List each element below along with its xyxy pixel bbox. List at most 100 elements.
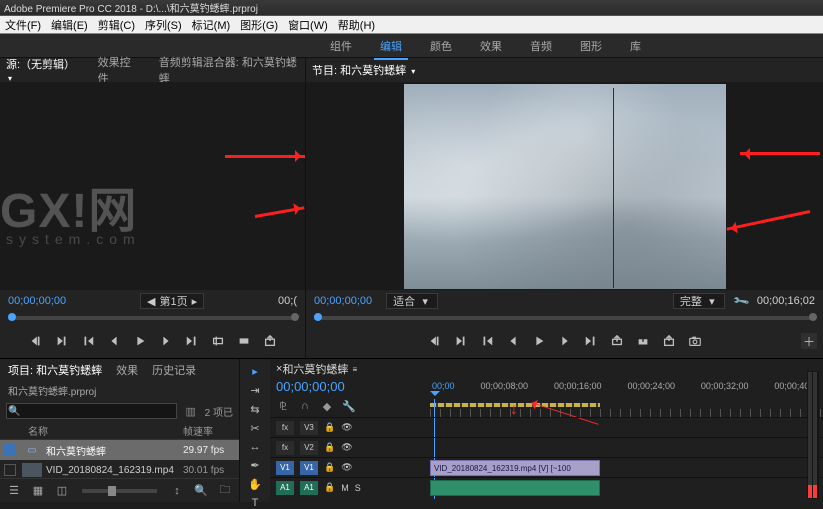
- thumbnail-size-slider[interactable]: [82, 489, 157, 493]
- ws-audio[interactable]: 音频: [530, 38, 552, 54]
- lane-v1[interactable]: VID_20180824_162319.mp4 [V] [~100: [430, 457, 823, 477]
- menu-file[interactable]: 文件(F): [2, 16, 44, 34]
- new-bin-icon[interactable]: 🗀: [217, 483, 233, 499]
- src-mark-out-icon[interactable]: [55, 334, 69, 348]
- hand-tool-icon[interactable]: ✋: [246, 478, 264, 491]
- program-footer: 00;00;00;00 适合 ▾ 完整 ▾ 🔧 00;00;16;02: [306, 290, 823, 312]
- sort-icon[interactable]: ↕: [169, 483, 185, 499]
- src-export-icon[interactable]: [263, 334, 277, 348]
- ws-effects[interactable]: 效果: [480, 38, 502, 54]
- track-header-v1[interactable]: V1V1🔒👁: [270, 457, 430, 477]
- lane-a1[interactable]: [430, 477, 823, 497]
- src-mark-in-icon[interactable]: [29, 334, 43, 348]
- linked-sel-icon[interactable]: ∩: [298, 399, 312, 413]
- find-icon[interactable]: 🔍: [193, 483, 209, 499]
- source-viewer[interactable]: GX!网system.com: [0, 82, 305, 290]
- track-lanes[interactable]: VID_20180824_162319.mp4 [V] [~100: [430, 417, 823, 502]
- src-overwrite-icon[interactable]: [237, 334, 251, 348]
- settings-icon[interactable]: 🔧: [731, 291, 750, 311]
- pen-tool-icon[interactable]: ✒: [246, 459, 264, 472]
- prg-goto-out-icon[interactable]: [584, 334, 598, 348]
- project-row[interactable]: ▭ 和六莫钓蟋蟀 29.97 fps: [0, 440, 239, 460]
- icon-view-icon[interactable]: ▦: [30, 483, 46, 499]
- ws-libraries[interactable]: 库: [630, 38, 641, 54]
- src-play-icon[interactable]: [133, 334, 147, 348]
- menu-help[interactable]: 帮助(H): [335, 16, 378, 34]
- source-page[interactable]: ◀ 第1页 ▸: [140, 293, 204, 309]
- selection-tool-icon[interactable]: ▸: [246, 365, 264, 378]
- timeline-timecode[interactable]: 00;00;00;00: [270, 379, 430, 397]
- track-header-v2[interactable]: fxV2🔒👁: [270, 437, 430, 457]
- lane-v2[interactable]: [430, 437, 823, 457]
- col-name[interactable]: 名称: [28, 423, 183, 438]
- timeline-ruler[interactable]: 00;00 00;00;08;00 00;00;16;00 00;00;24;0…: [430, 379, 823, 417]
- settings-icon[interactable]: 🔧: [342, 399, 356, 413]
- src-step-back-icon[interactable]: [107, 334, 121, 348]
- razor-tool-icon[interactable]: ✂: [246, 422, 264, 435]
- program-viewer[interactable]: [306, 82, 823, 290]
- video-clip[interactable]: VID_20180824_162319.mp4 [V] [~100: [430, 460, 600, 476]
- program-scrub[interactable]: [306, 312, 823, 324]
- prg-button-editor-icon[interactable]: ＋: [801, 333, 817, 349]
- tab-program[interactable]: 节目: 和六莫钓蟋蟀 ▾: [312, 58, 415, 82]
- menu-edit[interactable]: 编辑(E): [48, 16, 91, 34]
- ripple-tool-icon[interactable]: ⇆: [246, 403, 264, 416]
- track-header-a1[interactable]: A1A1🔒MS: [270, 477, 430, 497]
- ws-editing[interactable]: 编辑: [380, 38, 402, 54]
- prg-play-icon[interactable]: [532, 334, 546, 348]
- prg-snapshot-icon[interactable]: [688, 334, 702, 348]
- prg-mark-out-icon[interactable]: [454, 334, 468, 348]
- prg-step-fwd-icon[interactable]: [558, 334, 572, 348]
- source-scrub[interactable]: [0, 312, 305, 324]
- row-checkbox[interactable]: [4, 444, 16, 456]
- ws-assembly[interactable]: 组件: [330, 38, 352, 54]
- marker-icon[interactable]: ◆: [320, 399, 334, 413]
- bin-icon[interactable]: ▥: [183, 403, 199, 419]
- prg-extract-icon[interactable]: [636, 334, 650, 348]
- menu-window[interactable]: 窗口(W): [285, 16, 331, 34]
- menu-clip[interactable]: 剪辑(C): [95, 16, 138, 34]
- prg-export-icon[interactable]: [662, 334, 676, 348]
- src-goto-out-icon[interactable]: [185, 334, 199, 348]
- track-select-tool-icon[interactable]: ⇥: [246, 384, 264, 397]
- col-fps[interactable]: 帧速率: [183, 423, 239, 438]
- freeform-view-icon[interactable]: ◫: [54, 483, 70, 499]
- slip-tool-icon[interactable]: ↔: [246, 441, 264, 453]
- clip-thumb: [22, 463, 42, 477]
- project-row[interactable]: VID_20180824_162319.mp4 30.01 fps: [0, 460, 239, 478]
- snap-icon[interactable]: ⅊: [276, 399, 290, 413]
- track-header-v3[interactable]: fxV3🔒👁: [270, 417, 430, 437]
- program-timecode[interactable]: 00;00;00;00: [314, 295, 372, 307]
- prg-lift-icon[interactable]: [610, 334, 624, 348]
- playhead-icon[interactable]: [430, 391, 440, 401]
- audio-clip[interactable]: [430, 480, 600, 496]
- source-panel-tabs: 源:（无剪辑）▾ 效果控件 音频剪辑混合器: 和六莫钓蟋蟀: [0, 58, 305, 82]
- ws-color[interactable]: 颜色: [430, 38, 452, 54]
- titlebar: Adobe Premiere Pro CC 2018 - D:\...\和六莫钓…: [0, 0, 823, 16]
- lane-v3[interactable]: [430, 417, 823, 437]
- tab-history[interactable]: 历史记录: [152, 362, 196, 378]
- src-step-fwd-icon[interactable]: [159, 334, 173, 348]
- prg-step-back-icon[interactable]: [506, 334, 520, 348]
- project-search-input[interactable]: [6, 403, 177, 419]
- ws-graphics[interactable]: 图形: [580, 38, 602, 54]
- list-view-icon[interactable]: ☰: [6, 483, 22, 499]
- type-tool-icon[interactable]: T: [246, 497, 264, 509]
- menu-seq[interactable]: 序列(S): [142, 16, 185, 34]
- project-list-header[interactable]: 名称 帧速率: [0, 422, 239, 440]
- annotation-arrow: [740, 152, 820, 155]
- program-fit[interactable]: 适合 ▾: [386, 293, 438, 309]
- tab-effects[interactable]: 效果: [116, 362, 138, 378]
- timeline-sequence-name[interactable]: 和六莫钓蟋蟀: [282, 361, 348, 377]
- menu-marker[interactable]: 标记(M): [189, 16, 234, 34]
- prg-goto-in-icon[interactable]: [480, 334, 494, 348]
- menu-graphics[interactable]: 图形(G): [237, 16, 281, 34]
- source-timecode[interactable]: 00;00;00;00: [8, 295, 66, 307]
- row-checkbox[interactable]: [4, 464, 16, 476]
- project-panel: 项目: 和六莫钓蟋蟀 效果 历史记录 和六莫钓蟋蟀.prproj 🔍 ▥ 2 项…: [0, 359, 240, 502]
- program-zoom[interactable]: 完整 ▾: [673, 293, 725, 309]
- tab-project[interactable]: 项目: 和六莫钓蟋蟀: [8, 362, 102, 378]
- src-insert-icon[interactable]: [211, 334, 225, 348]
- prg-mark-in-icon[interactable]: [428, 334, 442, 348]
- src-goto-in-icon[interactable]: [81, 334, 95, 348]
